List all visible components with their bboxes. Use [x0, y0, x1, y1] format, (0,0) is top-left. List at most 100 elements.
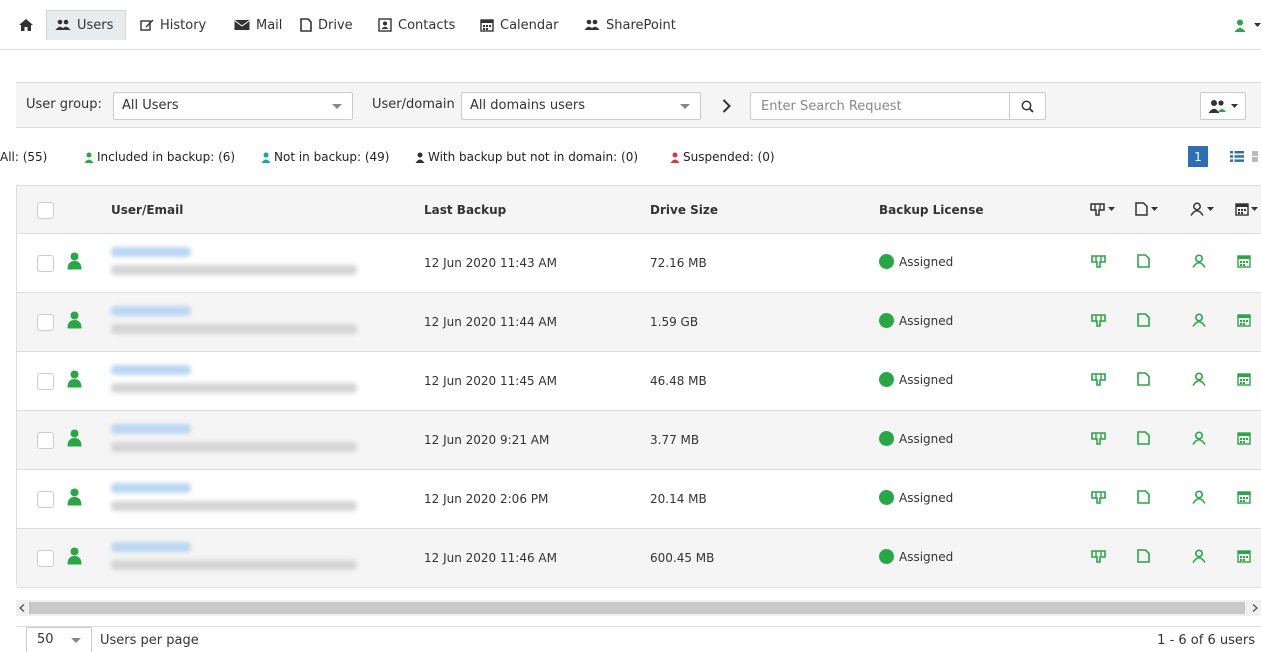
user-name-redacted[interactable]	[111, 483, 191, 493]
file-icon	[1135, 202, 1148, 216]
contacts-column-menu[interactable]	[1190, 202, 1214, 216]
file-icon[interactable]	[1137, 313, 1150, 327]
file-icon[interactable]	[1137, 254, 1150, 268]
user-name-redacted[interactable]	[111, 365, 191, 375]
status-included[interactable]: Included in backup: (6)	[84, 150, 235, 164]
file-icon[interactable]	[1137, 549, 1150, 563]
table-row[interactable]: 12 Jun 2020 11:44 AM 1.59 GB Assigned	[17, 293, 1261, 352]
tab-contacts[interactable]: Contacts	[370, 10, 463, 40]
tab-users[interactable]: Users	[46, 10, 126, 40]
user-actions-button[interactable]	[1200, 92, 1246, 120]
list-view-icon[interactable]	[1230, 150, 1244, 163]
user-outline-icon[interactable]	[1192, 313, 1206, 327]
drive-column-menu[interactable]	[1135, 202, 1158, 216]
tab-mail[interactable]: Mail	[226, 10, 290, 40]
user-name-redacted[interactable]	[111, 306, 191, 316]
tab-drive[interactable]: Drive	[292, 10, 361, 40]
user-name-redacted[interactable]	[111, 424, 191, 434]
mailbox-icon[interactable]	[1091, 549, 1106, 563]
select-all-checkbox[interactable]	[37, 202, 54, 219]
table-row[interactable]: 12 Jun 2020 9:21 AM 3.77 MB Assigned	[17, 411, 1261, 470]
user-email-cell[interactable]	[111, 247, 357, 275]
tab-sharepoint[interactable]: SharePoint	[576, 10, 684, 40]
user-name-redacted[interactable]	[111, 247, 191, 257]
user-outline-icon[interactable]	[1192, 431, 1206, 445]
user-domain-select[interactable]: All domains users	[461, 92, 701, 120]
user-outline-icon[interactable]	[1192, 549, 1206, 563]
status-with-backup[interactable]: With backup but not in domain: (0)	[415, 150, 638, 164]
user-outline-icon[interactable]	[1192, 254, 1206, 268]
page-number-badge[interactable]: 1	[1188, 146, 1208, 167]
envelope-icon	[234, 20, 250, 30]
user-outline-icon[interactable]	[1192, 490, 1206, 504]
tab-calendar[interactable]: Calendar	[472, 10, 566, 40]
user-email-cell[interactable]	[111, 542, 357, 570]
calendar-icon[interactable]	[1237, 372, 1251, 386]
calendar-icon[interactable]	[1237, 254, 1251, 268]
column-header-drive-size[interactable]: Drive Size	[650, 203, 718, 217]
scroll-right-icon[interactable]	[1252, 604, 1258, 612]
column-header-last-backup[interactable]: Last Backup	[424, 203, 506, 217]
row-checkbox[interactable]	[37, 373, 54, 390]
last-backup-cell: 12 Jun 2020 9:21 AM	[424, 433, 550, 447]
file-icon[interactable]	[1137, 431, 1150, 445]
per-page-label: Users per page	[100, 633, 199, 648]
table-row[interactable]: 12 Jun 2020 11:46 AM 600.45 MB Assigned	[17, 529, 1261, 588]
backup-license-cell: Assigned	[879, 490, 953, 505]
mailbox-icon[interactable]	[1091, 431, 1106, 445]
account-menu-button[interactable]	[1226, 10, 1261, 40]
column-header-backup-license[interactable]: Backup License	[879, 203, 983, 217]
mailbox-icon[interactable]	[1091, 254, 1106, 268]
calendar-icon[interactable]	[1237, 431, 1251, 445]
mailbox-icon[interactable]	[1091, 372, 1106, 386]
user-email-cell[interactable]	[111, 365, 357, 393]
calendar-icon[interactable]	[1237, 549, 1251, 563]
per-page-value: 50	[37, 632, 54, 647]
status-included-label: Included in backup: (6)	[97, 150, 236, 164]
table-row[interactable]: 12 Jun 2020 11:45 AM 46.48 MB Assigned	[17, 352, 1261, 411]
grid-view-icon[interactable]	[1252, 150, 1261, 163]
calendar-icon[interactable]	[1237, 313, 1251, 327]
row-checkbox[interactable]	[37, 550, 54, 567]
status-not-in-backup[interactable]: Not in backup: (49)	[261, 150, 389, 164]
calendar-column-menu[interactable]	[1235, 202, 1258, 216]
user-outline-icon	[1190, 202, 1204, 216]
user-email-cell[interactable]	[111, 424, 357, 452]
license-status-label: Assigned	[899, 372, 954, 387]
per-page-select[interactable]: 50	[26, 627, 92, 652]
calendar-icon[interactable]	[1237, 490, 1251, 504]
home-button[interactable]	[10, 10, 48, 40]
mail-column-menu[interactable]	[1090, 202, 1115, 216]
search-button[interactable]	[1009, 93, 1045, 119]
mailbox-icon[interactable]	[1091, 490, 1106, 504]
backup-license-cell: Assigned	[879, 431, 953, 446]
user-name-redacted[interactable]	[111, 542, 191, 552]
user-email-cell[interactable]	[111, 306, 357, 334]
column-header-user[interactable]: User/Email	[111, 203, 183, 217]
status-all[interactable]: All: (55)	[0, 150, 47, 164]
search-input[interactable]	[751, 93, 1009, 119]
file-icon[interactable]	[1137, 372, 1150, 386]
caret-down-icon	[1108, 206, 1115, 211]
row-checkbox[interactable]	[37, 255, 54, 272]
user-group-select[interactable]: All Users	[113, 92, 353, 120]
user-icon	[67, 370, 82, 388]
row-checkbox[interactable]	[37, 432, 54, 449]
scrollbar-thumb[interactable]	[29, 602, 1245, 614]
user-outline-icon[interactable]	[1192, 372, 1206, 386]
row-checkbox[interactable]	[37, 314, 54, 331]
scroll-left-icon[interactable]	[19, 604, 25, 612]
tab-drive-label: Drive	[318, 17, 353, 33]
chevron-right-icon[interactable]	[722, 99, 731, 113]
user-email-cell[interactable]	[111, 483, 357, 511]
table-row[interactable]: 12 Jun 2020 11:43 AM 72.16 MB Assigned	[17, 234, 1261, 293]
chevron-down-icon	[680, 104, 690, 109]
file-icon[interactable]	[1137, 490, 1150, 504]
horizontal-scrollbar[interactable]	[16, 600, 1261, 616]
tab-history[interactable]: History	[132, 10, 214, 40]
mailbox-icon[interactable]	[1091, 313, 1106, 327]
user-email-redacted	[111, 442, 357, 452]
status-suspended[interactable]: Suspended: (0)	[670, 150, 775, 164]
row-checkbox[interactable]	[37, 491, 54, 508]
table-row[interactable]: 12 Jun 2020 2:06 PM 20.14 MB Assigned	[17, 470, 1261, 529]
